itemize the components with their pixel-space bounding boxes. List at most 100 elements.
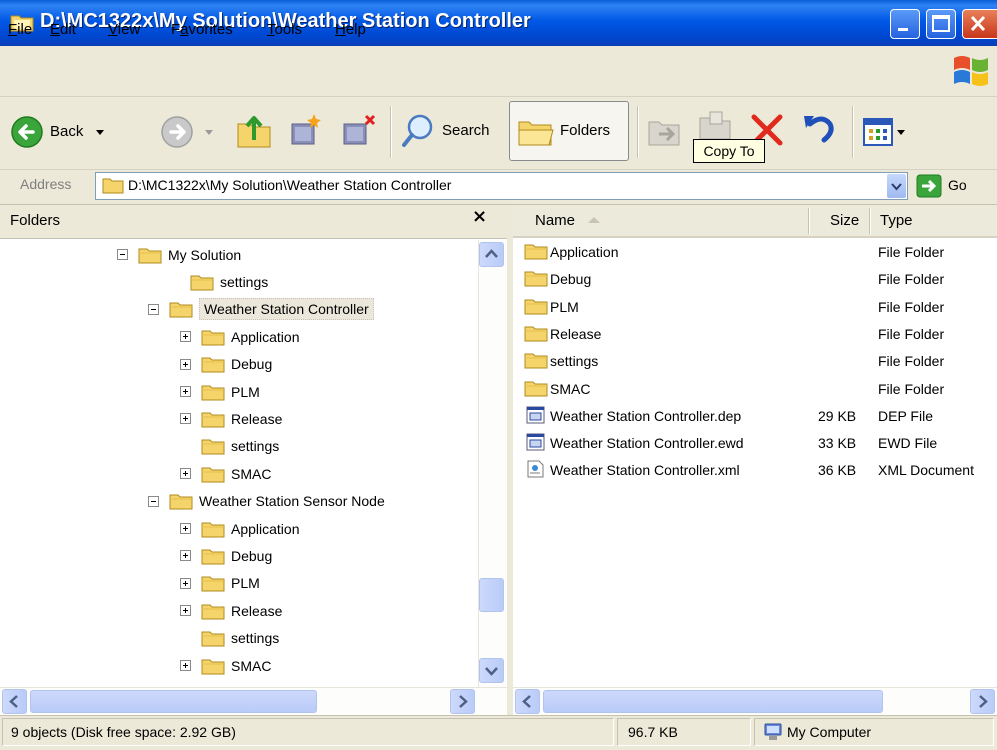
file-row[interactable]: PLM File Folder	[524, 294, 994, 321]
column-name[interactable]: Name	[535, 212, 601, 229]
collapse-icon[interactable]	[148, 303, 159, 315]
tree-item[interactable]: Weather Station Sensor Node	[148, 488, 385, 515]
folders-label: Folders	[560, 122, 611, 139]
tree-scroll-thumb[interactable]	[479, 578, 504, 612]
chevron-right-icon	[979, 695, 988, 708]
file-row[interactable]: Weather Station Controller.dep 29 KB DEP F…	[524, 403, 994, 430]
folder-icon	[201, 385, 225, 400]
expand-icon[interactable]	[180, 577, 191, 589]
menu-favorites[interactable]: Favorites	[171, 21, 233, 38]
forward-dropdown-icon[interactable]	[204, 129, 214, 137]
tree-item[interactable]: My Solution	[117, 241, 241, 268]
file-row[interactable]: Weather Station Controller.ewd 33 KB EWD F…	[524, 430, 994, 457]
up-folder-icon[interactable]	[236, 110, 272, 150]
scroll-left-button[interactable]	[2, 689, 27, 714]
file-type: File Folder	[878, 271, 945, 288]
expand-icon[interactable]	[180, 605, 191, 617]
expand-icon[interactable]	[180, 358, 191, 370]
scroll-right-button[interactable]	[970, 689, 995, 714]
tree-item[interactable]: Application	[180, 323, 300, 350]
expand-icon[interactable]	[180, 550, 191, 562]
minimize-button[interactable]	[890, 9, 920, 39]
windows-logo-icon	[954, 56, 988, 86]
tree-item[interactable]: Release	[180, 597, 282, 624]
scroll-right-button[interactable]	[450, 689, 475, 714]
tree-item-label: PLM	[231, 383, 260, 400]
tree-hscroll-thumb[interactable]	[30, 690, 317, 713]
close-button[interactable]	[962, 9, 997, 39]
column-divider[interactable]	[869, 208, 871, 234]
search-button[interactable]: Search	[400, 112, 502, 152]
file-row[interactable]: Release File Folder	[524, 321, 994, 348]
copy-to-folder-icon[interactable]	[696, 110, 736, 140]
tree-item[interactable]: Debug	[180, 542, 272, 569]
menu-edit[interactable]: Edit	[50, 21, 76, 38]
tree-item[interactable]: Weather Station Controller	[148, 296, 374, 323]
expand-icon[interactable]	[180, 660, 191, 671]
tree-item[interactable]: Release	[180, 405, 282, 432]
tree-item-label: settings	[220, 273, 269, 290]
tree-item[interactable]: settings	[169, 268, 268, 295]
menu-view[interactable]: View	[108, 21, 140, 38]
file-name: Debug	[550, 271, 592, 288]
menu-file[interactable]: File	[8, 21, 32, 38]
back-button[interactable]: Back	[10, 115, 128, 149]
go-button[interactable]: Go	[916, 172, 991, 200]
collapse-icon[interactable]	[117, 249, 128, 260]
expand-icon[interactable]	[180, 468, 191, 480]
column-size[interactable]: Size	[830, 212, 859, 229]
search-label: Search	[442, 122, 490, 139]
file-row[interactable]: Debug File Folder	[524, 266, 994, 293]
column-type[interactable]: Type	[880, 212, 913, 229]
forward-button[interactable]	[160, 115, 220, 149]
scroll-down-button[interactable]	[479, 658, 504, 683]
tree-item[interactable]: Application	[180, 515, 300, 542]
tree-item[interactable]: SMAC	[180, 460, 271, 487]
file-row[interactable]: Application File Folder	[524, 239, 994, 266]
folder-icon	[201, 659, 225, 674]
maximize-button[interactable]	[926, 9, 956, 39]
files-horizontal-scrollbar[interactable]	[513, 687, 997, 715]
move-to-folder-icon[interactable]	[645, 112, 685, 150]
column-divider[interactable]	[808, 208, 810, 234]
tree-item[interactable]: Debug	[180, 351, 272, 378]
folders-icon	[518, 121, 554, 146]
tree-item[interactable]: SMAC	[180, 652, 271, 679]
folder-icon	[102, 178, 124, 194]
files-hscroll-thumb[interactable]	[543, 690, 883, 713]
address-dropdown-button[interactable]	[887, 174, 906, 198]
file-row[interactable]: Weather Station Controller.xml 36 KB XML D…	[524, 457, 994, 484]
views-button[interactable]	[862, 116, 922, 148]
tree-item-label: My Solution	[168, 246, 242, 263]
file-row[interactable]: SMAC File Folder	[524, 376, 994, 403]
file-name: Weather Station Controller.xml	[550, 462, 740, 479]
menu-help[interactable]: Help	[335, 21, 366, 38]
tree-vertical-scrollbar[interactable]	[478, 240, 506, 687]
tree-item[interactable]: settings	[180, 433, 279, 460]
tree-item[interactable]: settings	[180, 625, 279, 652]
tree-item-label: Weather Station Controller	[199, 298, 374, 321]
menu-tools[interactable]: Tools	[267, 21, 302, 38]
move-to-icon[interactable]	[286, 110, 326, 150]
tree-item[interactable]: PLM	[180, 378, 260, 405]
undo-icon[interactable]	[800, 110, 840, 148]
file-type: XML Document	[878, 462, 974, 479]
tree-horizontal-scrollbar[interactable]	[0, 687, 507, 715]
scroll-up-button[interactable]	[479, 242, 504, 267]
delete-item-icon[interactable]	[340, 110, 380, 150]
expand-icon[interactable]	[180, 413, 191, 425]
folders-button[interactable]: Folders	[509, 101, 629, 161]
file-type: File Folder	[878, 325, 945, 342]
expand-icon[interactable]	[180, 386, 191, 397]
toolbar-separator	[637, 106, 639, 158]
minimize-icon	[898, 28, 908, 31]
tree-item[interactable]: PLM	[180, 570, 260, 597]
scroll-left-button[interactable]	[515, 689, 540, 714]
expand-icon[interactable]	[180, 523, 191, 534]
collapse-icon[interactable]	[148, 495, 159, 507]
folders-pane-close-button[interactable]: ×	[472, 206, 487, 227]
back-dropdown-icon[interactable]	[95, 129, 105, 137]
chevron-left-icon	[9, 695, 18, 708]
file-row[interactable]: settings File Folder	[524, 348, 994, 375]
expand-icon[interactable]	[180, 331, 191, 343]
